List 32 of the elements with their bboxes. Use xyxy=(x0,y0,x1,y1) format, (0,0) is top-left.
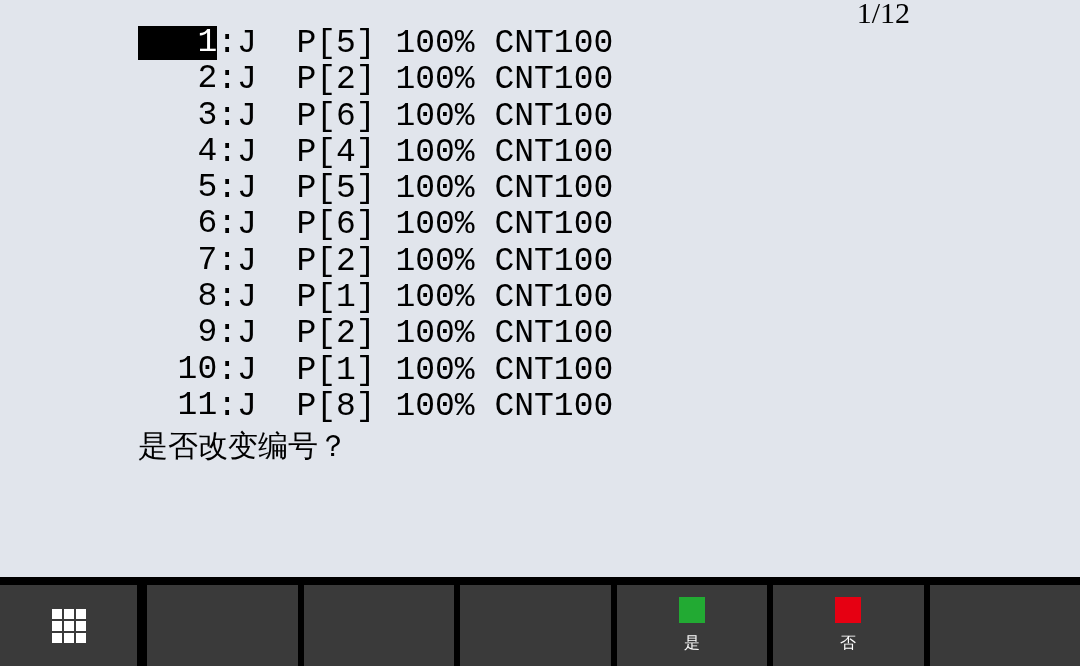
line-number[interactable]: 9 xyxy=(138,316,218,351)
function-key[interactable] xyxy=(303,585,454,666)
line-number[interactable]: 3 xyxy=(138,98,218,133)
line-number[interactable]: 4 xyxy=(138,134,218,169)
line-number[interactable]: 2 xyxy=(138,62,218,97)
function-key[interactable] xyxy=(460,585,611,666)
function-key[interactable] xyxy=(147,585,298,666)
program-instruction: :J P[2] 100% CNT100 xyxy=(217,316,614,353)
menu-button[interactable] xyxy=(0,585,137,666)
program-instruction: :J P[5] 100% CNT100 xyxy=(217,171,614,208)
program-instruction: :J P[6] 100% CNT100 xyxy=(217,207,614,244)
function-key[interactable] xyxy=(929,585,1080,666)
line-number[interactable]: 10 xyxy=(138,352,218,387)
line-number[interactable]: 1 xyxy=(138,26,218,60)
program-instruction: :J P[4] 100% CNT100 xyxy=(217,134,614,172)
program-instruction: :J P[2] 100% CNT100 xyxy=(217,243,614,281)
program-instruction: :J P[1] 100% CNT100 xyxy=(217,352,614,389)
program-instruction: :J P[1] 100% CNT100 xyxy=(217,280,614,317)
program-instruction: :J P[5] 100% CNT100 xyxy=(217,26,614,63)
program-instruction: :J P[2] 100% CNT100 xyxy=(217,62,614,99)
line-number[interactable]: 7 xyxy=(138,243,218,278)
program-instruction: :J P[6] 100% CNT100 xyxy=(217,98,614,135)
line-number[interactable]: 6 xyxy=(138,207,218,242)
prompt-text: 是否改变编号？ xyxy=(138,427,349,466)
line-number[interactable]: 11 xyxy=(138,388,218,423)
line-number[interactable]: 5 xyxy=(138,171,218,206)
choice-button[interactable]: 是 xyxy=(616,585,767,666)
line-number[interactable]: 8 xyxy=(138,280,218,315)
choice-button[interactable]: 否 xyxy=(773,585,924,666)
page-indicator: 1/12 xyxy=(856,0,910,26)
grid-menu-icon xyxy=(51,608,86,643)
program-instruction: :J P[8] 100% CNT100 xyxy=(217,388,614,426)
